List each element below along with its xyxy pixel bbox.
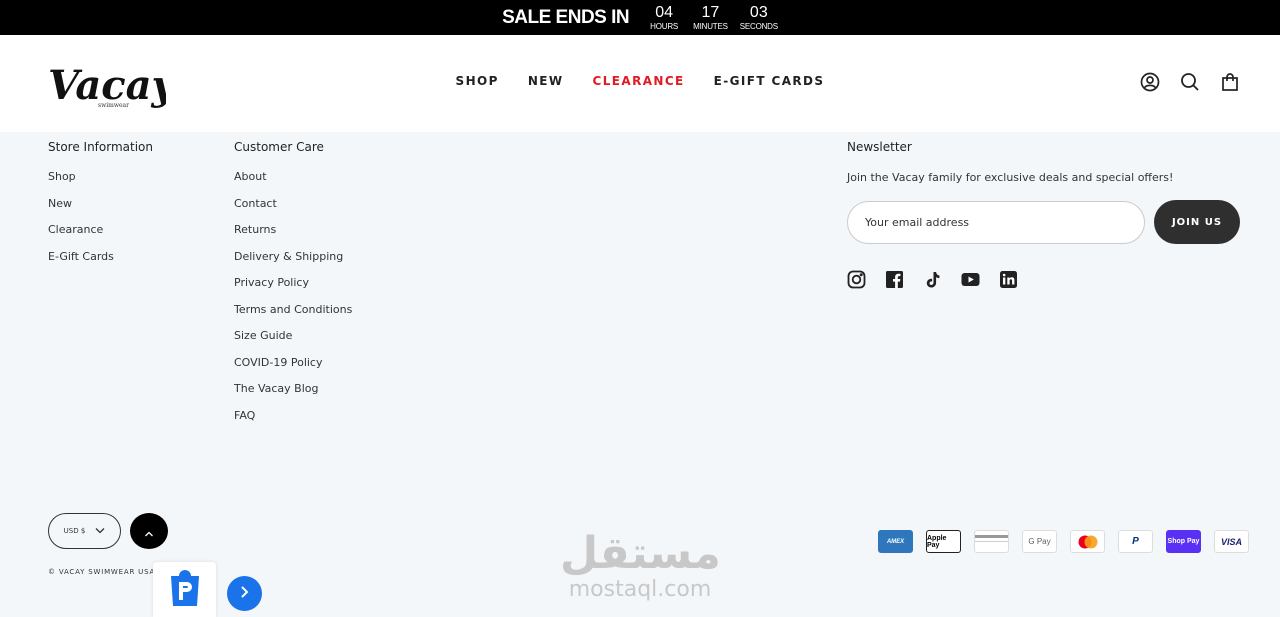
cart-icon[interactable] — [1220, 72, 1240, 92]
countdown-hours: 04 HOURS — [647, 3, 681, 31]
countdown-seconds: 03 SECONDS — [739, 3, 778, 31]
email-input[interactable] — [847, 201, 1145, 244]
footer-link-e-gift-cards[interactable]: E-Gift Cards — [48, 247, 153, 274]
social-links — [847, 270, 1018, 289]
customer-care-column: Customer Care About Contact Returns Deli… — [234, 140, 352, 432]
p-logo-icon — [167, 568, 203, 612]
countdown-label: SECONDS — [739, 21, 778, 31]
main-nav: SHOP NEW CLEARANCE E-GIFT CARDS — [0, 74, 1280, 88]
footer-link-size-guide[interactable]: Size Guide — [234, 326, 352, 353]
countdown-value: 03 — [749, 3, 768, 21]
linkedin-icon[interactable] — [999, 270, 1018, 289]
instagram-icon[interactable] — [847, 270, 866, 289]
countdown-label: MINUTES — [693, 21, 728, 31]
payment-label: P — [1132, 536, 1139, 547]
tiktok-icon[interactable] — [923, 270, 942, 289]
payment-label: Apple Pay — [927, 534, 947, 549]
countdown-minutes: 17 MINUTES — [693, 3, 728, 31]
newsletter-title: Newsletter — [847, 140, 912, 154]
footer-link-covid-policy[interactable]: COVID-19 Policy — [234, 353, 352, 380]
mastercard-icon — [1070, 530, 1105, 553]
footer-link-privacy-policy[interactable]: Privacy Policy — [234, 273, 352, 300]
payment-label: AMEX — [886, 538, 905, 545]
account-icon[interactable] — [1140, 72, 1160, 92]
nav-e-gift-cards[interactable]: E-GIFT CARDS — [714, 74, 825, 88]
chevron-right-icon — [240, 584, 249, 603]
next-button[interactable] — [227, 576, 262, 611]
footer-link-faq[interactable]: FAQ — [234, 406, 352, 433]
payment-methods: AMEX Apple Pay G Pay P Shop Pay VISA — [878, 530, 1249, 553]
amex-payment-icon: AMEX — [878, 530, 913, 553]
countdown-value: 17 — [701, 3, 720, 21]
countdown-label: HOURS — [650, 21, 679, 31]
store-information-column: Store Information Shop New Clearance E-G… — [48, 140, 153, 273]
generic-card-icon — [974, 530, 1009, 553]
nav-shop[interactable]: SHOP — [456, 74, 499, 88]
footer-link-new[interactable]: New — [48, 194, 153, 221]
copyright-text: © VACAY SWIMWEAR USA — [48, 568, 156, 576]
footer-link-delivery-shipping[interactable]: Delivery & Shipping — [234, 247, 352, 274]
footer-link-about[interactable]: About — [234, 167, 352, 194]
header-icons — [1140, 72, 1240, 92]
site-header: Vacay swimwear SHOP NEW CLEARANCE E-GIFT… — [0, 35, 1280, 132]
payment-label: Shop Pay — [1167, 538, 1200, 545]
search-icon[interactable] — [1180, 72, 1200, 92]
customer-care-title: Customer Care — [234, 140, 324, 154]
apple-pay-icon: Apple Pay — [926, 530, 961, 553]
watermark-arabic: مستقل — [560, 528, 721, 579]
logo-subtext: swimwear — [98, 102, 129, 109]
footer-link-blog[interactable]: The Vacay Blog — [234, 379, 352, 406]
currency-selector[interactable]: USD $ — [48, 513, 121, 549]
sale-title: SALE ENDS IN — [502, 6, 630, 28]
watermark-latin: mostaql.com — [568, 577, 712, 602]
nav-new[interactable]: NEW — [528, 74, 564, 88]
facebook-icon[interactable] — [885, 270, 904, 289]
back-to-top-button[interactable] — [130, 513, 168, 549]
currency-value: USD $ — [63, 527, 86, 535]
sale-countdown-bar: SALE ENDS IN 04 HOURS 17 MINUTES 03 SECO… — [0, 0, 1280, 35]
countdown-value: 04 — [655, 3, 674, 21]
join-us-button[interactable]: JOIN US — [1154, 200, 1240, 244]
youtube-icon[interactable] — [961, 270, 980, 289]
paypal-icon: P — [1118, 530, 1153, 553]
visa-icon: VISA — [1214, 530, 1249, 553]
google-pay-icon: G Pay — [1022, 530, 1057, 553]
footer-link-terms[interactable]: Terms and Conditions — [234, 300, 352, 327]
payment-label: VISA — [1220, 536, 1242, 547]
store-information-title: Store Information — [48, 140, 153, 154]
newsletter-section: Newsletter Join the Vacay family for exc… — [847, 140, 1242, 289]
payment-label: G Pay — [1028, 537, 1051, 546]
footer-link-shop[interactable]: Shop — [48, 167, 153, 194]
footer-link-returns[interactable]: Returns — [234, 220, 352, 247]
footer-link-contact[interactable]: Contact — [234, 194, 352, 221]
shop-pay-icon: Shop Pay — [1166, 530, 1201, 553]
newsletter-text: Join the Vacay family for exclusive deal… — [847, 171, 1174, 184]
footer-link-clearance[interactable]: Clearance — [48, 220, 153, 247]
chevron-down-icon — [95, 527, 105, 536]
nav-clearance[interactable]: CLEARANCE — [593, 74, 685, 88]
chevron-up-icon — [144, 522, 154, 541]
watermark: مستقل mostaql.com — [560, 528, 721, 602]
app-badge[interactable] — [153, 562, 216, 617]
